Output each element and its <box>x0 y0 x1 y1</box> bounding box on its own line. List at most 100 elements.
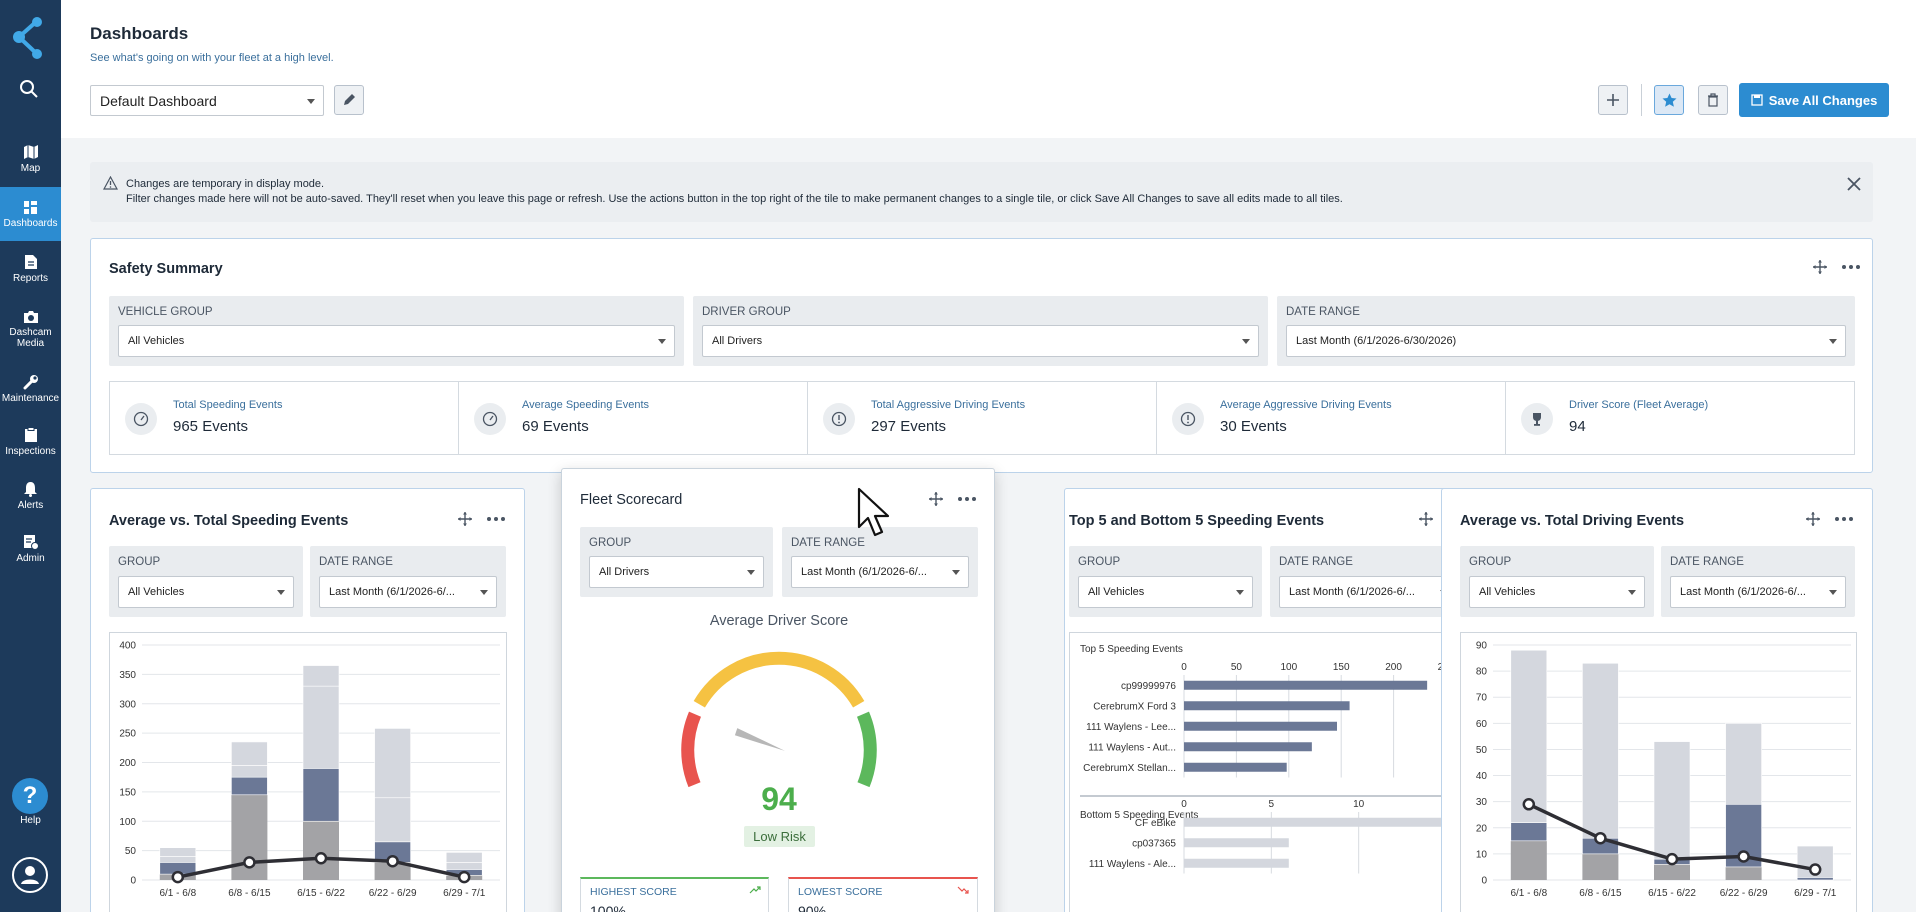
group-select[interactable]: All Drivers <box>589 556 764 588</box>
x-tick-label: 0 <box>1181 662 1187 673</box>
bar <box>1184 817 1446 827</box>
y-tick-label: 400 <box>119 641 136 652</box>
x-tick-label: 6/29 - 7/1 <box>1794 888 1837 899</box>
save-all-changes-button[interactable]: Save All Changes <box>1739 83 1889 117</box>
move-icon[interactable] <box>1805 511 1821 527</box>
top-bottom-bar-chart: Top 5 Speeding Events050100150200250cp99… <box>1080 644 1456 874</box>
category-label: CF eBike <box>1135 818 1177 829</box>
more-options-icon[interactable] <box>487 517 505 521</box>
average-point <box>1594 831 1607 845</box>
bar <box>1184 858 1289 868</box>
avatar[interactable] <box>12 857 48 893</box>
top-bottom-speeding-tile: Top 5 and Bottom 5 Speeding Events GROUP… <box>1064 488 1486 912</box>
safety-summary-tile: Safety Summary VEHICLE GROUP All Vehicle… <box>90 238 1873 473</box>
sidebar-item-alerts[interactable]: Alerts <box>0 470 61 522</box>
bar-segment <box>159 856 197 863</box>
edit-dashboard-button[interactable] <box>334 85 364 115</box>
bar-segment <box>374 728 411 799</box>
bar-segment <box>1510 840 1547 880</box>
tile-title: Average vs. Total Driving Events <box>1460 513 1685 529</box>
main-content: Dashboards See what's going on with your… <box>61 0 1916 912</box>
y-tick-label: 300 <box>119 699 136 710</box>
chevron-down-icon <box>307 98 315 104</box>
stat-value: 94 <box>1569 418 1586 435</box>
chevron-down-icon <box>277 590 285 595</box>
bar-segment <box>1653 741 1691 860</box>
bar-segment <box>159 847 197 857</box>
average-point <box>457 870 471 884</box>
date-range-select[interactable]: Last Month (6/1/2026-6/... <box>1670 576 1846 608</box>
bar-segment <box>1582 853 1619 880</box>
chevron-down-icon <box>658 339 666 344</box>
vehicle-group-select[interactable]: All Vehicles <box>118 325 675 357</box>
bar-segment <box>1510 822 1548 842</box>
app-logo-icon[interactable] <box>11 16 45 60</box>
bar <box>1184 680 1428 690</box>
date-range-select[interactable]: Last Month (6/1/2026-6/... <box>1279 576 1457 608</box>
category-label: 111 Waylens - Aut... <box>1088 742 1176 753</box>
sidebar-item-map[interactable]: Map <box>0 133 61 185</box>
move-icon[interactable] <box>1418 511 1434 527</box>
move-icon[interactable] <box>928 491 944 507</box>
date-range-select[interactable]: Last Month (6/1/2026-6/... <box>319 576 497 608</box>
y-tick-label: 150 <box>119 787 136 798</box>
sidebar-item-reports[interactable]: Reports <box>0 243 61 295</box>
select-value: Last Month (6/1/2026-6/30/2026) <box>1296 335 1457 347</box>
dashboard-select[interactable]: Default Dashboard <box>90 85 324 116</box>
sidebar-item-label: Reports <box>12 273 48 284</box>
filter-label: DATE RANGE <box>1670 556 1744 568</box>
add-tile-button[interactable] <box>1598 85 1628 115</box>
more-options-icon[interactable] <box>1842 265 1860 269</box>
sidebar-item-admin[interactable]: Admin <box>0 523 61 575</box>
move-icon[interactable] <box>457 511 473 527</box>
x-tick-label: 100 <box>1280 662 1297 673</box>
score-value: 94 <box>761 781 797 817</box>
bar-segment <box>231 741 268 766</box>
driver-group-select[interactable]: All Drivers <box>702 325 1259 357</box>
select-value: All Vehicles <box>1088 586 1145 598</box>
group-filter: GROUP All Vehicles <box>1069 546 1262 617</box>
fleet-scorecard-tile[interactable]: Fleet Scorecard GROUP All Drivers DATE R… <box>561 468 995 912</box>
top-bottom-chart: Top 5 Speeding Events050100150200250cp99… <box>1069 632 1467 912</box>
chevron-down-icon <box>1829 590 1837 595</box>
more-options-icon[interactable] <box>1835 517 1853 521</box>
search-icon[interactable] <box>19 79 39 99</box>
sidebar-item-inspections[interactable]: Inspections <box>0 416 61 468</box>
favorite-button[interactable] <box>1654 85 1684 115</box>
help-button[interactable]: ? <box>12 778 48 814</box>
tile-title: Fleet Scorecard <box>580 492 683 508</box>
sidebar-item-dashboards[interactable]: Dashboards <box>0 187 61 241</box>
stat-total-speeding: Total Speeding Events 965 Events <box>110 382 459 454</box>
stat-label: Total Speeding Events <box>173 399 283 411</box>
sidebar-item-dashcam-media[interactable]: Dashcam Media <box>0 300 61 358</box>
report-icon <box>24 255 37 269</box>
more-options-icon[interactable] <box>958 497 976 501</box>
group-select[interactable]: All Vehicles <box>1469 576 1645 608</box>
bar-segment <box>302 768 340 822</box>
chevron-down-icon <box>1236 590 1244 595</box>
date-range-select[interactable]: Last Month (6/1/2026-6/... <box>791 556 969 588</box>
select-value: All Vehicles <box>128 586 185 598</box>
group-select[interactable]: All Vehicles <box>1078 576 1253 608</box>
bar-segment <box>1582 662 1619 839</box>
delete-dashboard-button[interactable] <box>1698 85 1728 115</box>
sidebar-item-label: Dashcam Media <box>9 326 52 349</box>
vehicle-group-filter: VEHICLE GROUP All Vehicles <box>109 296 684 366</box>
gauge-needle <box>734 728 785 751</box>
admin-icon <box>23 535 39 550</box>
average-point <box>171 870 185 884</box>
group-select[interactable]: All Vehicles <box>118 576 294 608</box>
bar-segment <box>1725 723 1762 805</box>
stats-row: Total Speeding Events 965 Events Average… <box>109 381 1855 455</box>
star-icon <box>1662 93 1676 107</box>
sidebar-item-maintenance[interactable]: Maintenance <box>0 363 61 415</box>
date-range-select[interactable]: Last Month (6/1/2026-6/30/2026) <box>1286 325 1846 357</box>
page-header: Dashboards See what's going on with your… <box>61 0 1916 138</box>
close-icon[interactable] <box>1846 176 1862 192</box>
filter-label: GROUP <box>1469 556 1512 568</box>
move-icon[interactable] <box>1812 259 1828 275</box>
speedometer-icon <box>125 403 157 435</box>
sidebar-item-label: Map <box>20 163 41 174</box>
score-gauge <box>681 651 877 788</box>
stat-average-aggressive: Average Aggressive Driving Events 30 Eve… <box>1157 382 1506 454</box>
